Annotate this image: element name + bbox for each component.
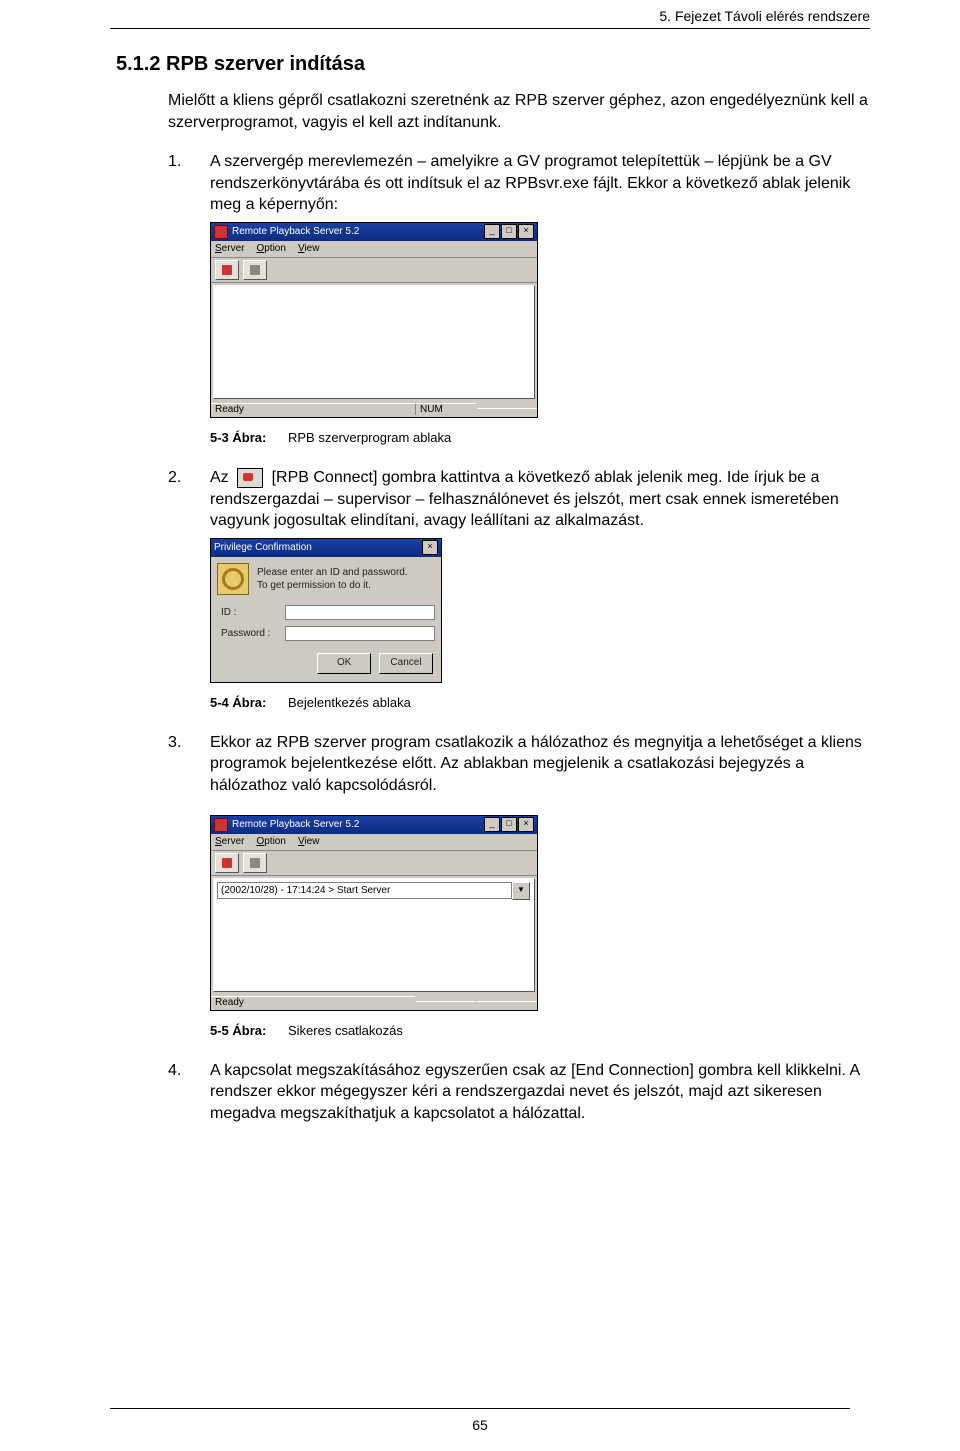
cancel-button[interactable]: Cancel xyxy=(379,653,433,674)
app-icon xyxy=(214,225,228,239)
rpb-connect-button[interactable] xyxy=(215,260,239,280)
dlg-close-button[interactable]: × xyxy=(422,540,438,555)
fig-5-3-caption: 5-3 Ábra: RPB szerverprogram ablaka xyxy=(210,430,870,445)
fig1-caption-label: 5-3 Ábra: xyxy=(210,430,266,445)
running-header: 5. Fejezet Távoli elérés rendszere xyxy=(110,8,870,24)
fig-5-5-caption: 5-5 Ábra: Sikeres csatlakozás xyxy=(210,1023,870,1038)
rpb-connect-button[interactable] xyxy=(215,853,239,873)
close-button[interactable]: × xyxy=(518,817,534,832)
key-icon xyxy=(217,563,249,595)
rpb-connect-icon xyxy=(237,468,263,488)
menu-view[interactable]: View xyxy=(298,243,320,254)
password-input[interactable] xyxy=(285,626,435,641)
id-input[interactable] xyxy=(285,605,435,620)
step-2-text: Az [RPB Connect] gombra kattintva a köve… xyxy=(210,467,870,532)
fig1-menubar: SServererver Option View xyxy=(211,241,537,258)
fig2-statusbar: Ready xyxy=(211,994,537,1010)
menu-server[interactable]: SServererver xyxy=(215,243,244,254)
step-4-text: A kapcsolat megszakításához egyszerűen c… xyxy=(210,1060,870,1125)
menu-server[interactable]: Server xyxy=(215,836,244,847)
fig2-caption-text: Sikeres csatlakozás xyxy=(288,1023,403,1038)
fig1-titlebar: Remote Playback Server 5.2 _ □ × xyxy=(211,223,537,241)
dlg-pw-row: Password : xyxy=(217,626,435,641)
intro-paragraph: Mielőtt a kliens gépről csatlakozni szer… xyxy=(168,90,870,133)
app-icon xyxy=(214,818,228,832)
menu-option[interactable]: Option xyxy=(256,836,285,847)
log-entry: (2002/10/28) - 17:14:24 > Start Server xyxy=(217,882,512,899)
fig2-toolbar xyxy=(211,851,537,876)
fig-5-4-dialog: Privilege Confirmation × Please enter an… xyxy=(210,538,442,683)
ok-button[interactable]: OK xyxy=(317,653,371,674)
dlg-title: Privilege Confirmation xyxy=(214,542,422,553)
step-2-number: 2. xyxy=(168,467,210,532)
menu-view[interactable]: View xyxy=(298,836,320,847)
fig-5-3-window: Remote Playback Server 5.2 _ □ × SServer… xyxy=(210,222,538,418)
dlg-id-label: ID : xyxy=(217,607,285,618)
page-number: 65 xyxy=(0,1417,960,1433)
footer-rule xyxy=(110,1408,850,1409)
fig2-title: Remote Playback Server 5.2 xyxy=(232,819,484,830)
fig-5-5-window: Remote Playback Server 5.2 _ □ × Server … xyxy=(210,815,538,1011)
step-3: 3. Ekkor az RPB szerver program csatlako… xyxy=(168,732,870,797)
dlg-pw-label: Password : xyxy=(217,628,285,639)
fig2-status-panel2 xyxy=(476,1001,537,1002)
step-3-number: 3. xyxy=(168,732,210,797)
step-2: 2. Az [RPB Connect] gombra kattintva a k… xyxy=(168,467,870,532)
dlg-caption-label: 5-4 Ábra: xyxy=(210,695,266,710)
step-4-number: 4. xyxy=(168,1060,210,1125)
fig1-client-area xyxy=(213,285,535,399)
step-2-pre: Az xyxy=(210,469,229,486)
fig1-toolbar xyxy=(211,258,537,283)
fig1-status-num: NUM xyxy=(415,403,476,415)
fig2-status-panel1 xyxy=(415,1001,476,1002)
fig2-caption-label: 5-5 Ábra: xyxy=(210,1023,266,1038)
fig1-statusbar: Ready NUM xyxy=(211,401,537,417)
fig1-caption-text: RPB szerverprogram ablaka xyxy=(288,430,451,445)
dlg-id-row: ID : xyxy=(217,605,435,620)
dlg-titlebar: Privilege Confirmation × xyxy=(211,539,441,557)
fig1-status-left: Ready xyxy=(211,403,415,415)
fig2-status-left: Ready xyxy=(211,996,415,1008)
dlg-message: Please enter an ID and password. To get … xyxy=(217,563,435,595)
rpb-toolbar-button-2[interactable] xyxy=(243,853,267,873)
fig1-status-blank xyxy=(476,408,537,409)
close-button[interactable]: × xyxy=(518,224,534,239)
step-2-post: [RPB Connect] gombra kattintva a követke… xyxy=(210,469,839,529)
maximize-button[interactable]: □ xyxy=(501,224,517,239)
menu-option[interactable]: Option xyxy=(256,243,285,254)
minimize-button[interactable]: _ xyxy=(484,817,500,832)
maximize-button[interactable]: □ xyxy=(501,817,517,832)
step-1-text: A szervergép merevlemezén – amelyikre a … xyxy=(210,151,870,216)
step-1: 1. A szervergép merevlemezén – amelyikre… xyxy=(168,151,870,216)
rpb-toolbar-button-2[interactable] xyxy=(243,260,267,280)
dlg-msg-line2: To get permission to do it. xyxy=(257,579,408,592)
step-1-number: 1. xyxy=(168,151,210,216)
step-3-text: Ekkor az RPB szerver program csatlakozik… xyxy=(210,732,870,797)
fig2-menubar: Server Option View xyxy=(211,834,537,851)
dlg-msg-line1: Please enter an ID and password. xyxy=(257,566,408,579)
fig1-title: Remote Playback Server 5.2 xyxy=(232,226,484,237)
fig2-client-area: (2002/10/28) - 17:14:24 > Start Server ▼ xyxy=(213,878,535,992)
step-4: 4. A kapcsolat megszakításához egyszerűe… xyxy=(168,1060,870,1125)
minimize-button[interactable]: _ xyxy=(484,224,500,239)
dlg-caption-text: Bejelentkezés ablaka xyxy=(288,695,411,710)
section-title: 5.1.2 RPB szerver indítása xyxy=(116,53,870,76)
log-dropdown-button[interactable]: ▼ xyxy=(512,882,530,900)
header-rule xyxy=(110,28,870,29)
fig2-titlebar: Remote Playback Server 5.2 _ □ × xyxy=(211,816,537,834)
fig-5-4-caption: 5-4 Ábra: Bejelentkezés ablaka xyxy=(210,695,870,710)
